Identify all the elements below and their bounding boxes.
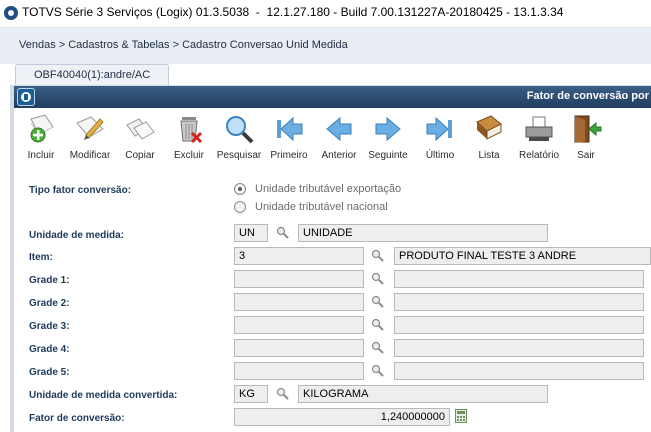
relatorio-button[interactable]: Relatório [512, 111, 566, 163]
sair-label: Sair [577, 150, 595, 161]
grade4-label: Grade 4: [29, 344, 70, 355]
grade5-desc-field [394, 362, 644, 380]
incluir-label: Incluir [27, 150, 55, 161]
pesquisar-button[interactable]: Pesquisar [212, 111, 266, 163]
grade3-code-field[interactable] [234, 316, 364, 334]
grade4-desc-field [394, 339, 644, 357]
lookup-search-icon[interactable] [371, 272, 384, 285]
previous-record-icon [326, 116, 352, 142]
radio-exportacao-label: Unidade tributável exportação [255, 183, 402, 195]
copy-icon [126, 118, 155, 140]
lista-label: Lista [478, 150, 500, 161]
ultimo-label: Último [425, 150, 455, 161]
seguinte-label: Seguinte [368, 150, 408, 161]
item-label: Item: [29, 252, 53, 263]
tab-label: OBF40040(1):andre/AC [34, 69, 151, 81]
grade4-code-field[interactable] [234, 339, 364, 357]
grade2-code-field[interactable] [234, 293, 364, 311]
next-record-icon [375, 116, 401, 142]
last-record-icon [426, 116, 452, 142]
fator-conversao-label: Fator de conversão: [29, 413, 125, 424]
unidade-convertida-label: Unidade de medida convertida: [29, 390, 178, 401]
lookup-search-icon[interactable] [371, 249, 384, 262]
book-icon [476, 115, 502, 140]
radio-nacional-label: Unidade tributável nacional [255, 201, 388, 213]
grade3-label: Grade 3: [29, 321, 70, 332]
incluir-button[interactable]: Incluir [14, 111, 68, 163]
primeiro-button[interactable]: Primeiro [262, 111, 316, 163]
exit-door-icon [574, 115, 602, 143]
lista-button[interactable]: Lista [462, 111, 516, 163]
edit-document-icon [76, 116, 104, 140]
grade2-desc-field [394, 293, 644, 311]
radio-exportacao[interactable] [234, 183, 246, 195]
sair-button[interactable]: Sair [559, 111, 613, 163]
modificar-button[interactable]: Modificar [63, 111, 117, 163]
first-record-icon [277, 116, 303, 142]
primeiro-label: Primeiro [270, 150, 308, 161]
title-bar: TOTVS Série 3 Serviços (Logix) 01.3.5038… [0, 0, 651, 28]
unidade-convertida-desc-field: KILOGRAMA [298, 385, 548, 403]
lookup-search-icon[interactable] [371, 341, 384, 354]
unidade-medida-code-field[interactable]: UN [234, 224, 268, 242]
excluir-button[interactable]: Excluir [162, 111, 216, 163]
window-header: Fator de conversão por [14, 86, 651, 108]
lookup-search-icon[interactable] [276, 226, 289, 239]
calculator-icon[interactable] [455, 409, 467, 423]
tab-obf40040[interactable]: OBF40040(1):andre/AC [15, 64, 169, 86]
printer-icon [525, 116, 553, 141]
unidade-convertida-code-field[interactable]: KG [234, 385, 268, 403]
lookup-search-icon[interactable] [371, 295, 384, 308]
add-document-icon [30, 114, 54, 143]
grade1-label: Grade 1: [29, 275, 70, 286]
search-icon [226, 116, 254, 144]
item-desc-field: PRODUTO FINAL TESTE 3 ANDRE [394, 247, 651, 265]
pesquisar-label: Pesquisar [216, 150, 262, 161]
grade2-label: Grade 2: [29, 298, 70, 309]
grade1-desc-field [394, 270, 644, 288]
unidade-medida-desc-field: UNIDADE [298, 224, 548, 242]
ultimo-button[interactable]: Último [413, 111, 467, 163]
grade5-label: Grade 5: [29, 367, 70, 378]
lookup-search-icon[interactable] [371, 364, 384, 377]
radio-nacional[interactable] [234, 201, 246, 213]
item-code-field[interactable]: 3 [234, 247, 364, 265]
grade1-code-field[interactable] [234, 270, 364, 288]
window-title: TOTVS Série 3 Serviços (Logix) 01.3.5038… [22, 5, 564, 19]
breadcrumb: Vendas > Cadastros & Tabelas > Cadastro … [19, 39, 348, 51]
grade3-desc-field [394, 316, 644, 334]
lookup-search-icon[interactable] [276, 387, 289, 400]
window-header-title: Fator de conversão por [526, 90, 649, 102]
grade5-code-field[interactable] [234, 362, 364, 380]
copiar-button[interactable]: Copiar [113, 111, 167, 163]
trash-icon [180, 117, 203, 144]
tipo-fator-label: Tipo fator conversão: [29, 185, 132, 196]
totvs-logo-icon [17, 88, 35, 106]
fator-conversao-field[interactable]: 1,240000000 [234, 408, 450, 426]
breadcrumb-bar: Vendas > Cadastros & Tabelas > Cadastro … [0, 28, 651, 65]
modificar-label: Modificar [69, 150, 111, 161]
copiar-label: Copiar [125, 150, 155, 161]
lookup-search-icon[interactable] [371, 318, 384, 331]
excluir-label: Excluir [173, 150, 204, 161]
app-icon [4, 6, 18, 20]
anterior-label: Anterior [321, 150, 357, 161]
anterior-button[interactable]: Anterior [312, 111, 366, 163]
unidade-medida-label: Unidade de medida: [29, 230, 125, 241]
relatorio-label: Relatório [518, 150, 560, 161]
seguinte-button[interactable]: Seguinte [361, 111, 415, 163]
